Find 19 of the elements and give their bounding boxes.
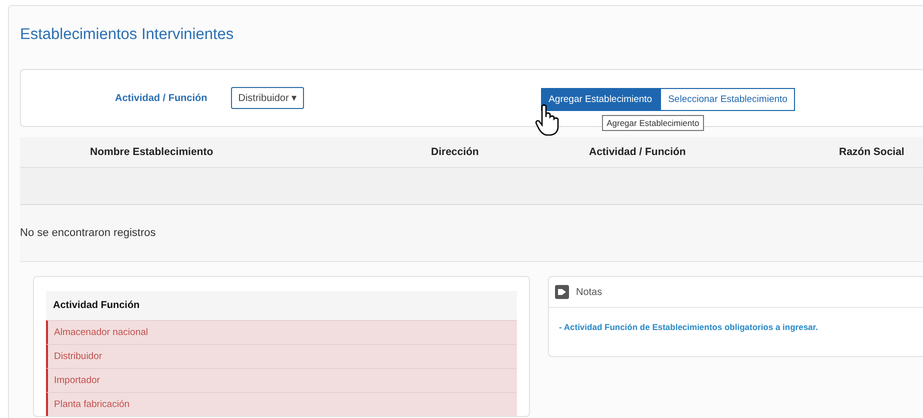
table-row: Planta fabricación [46, 392, 517, 416]
section-title: Establecimientos Intervinientes [20, 25, 235, 45]
action-button[interactable]: Seleccionar Establecimiento [660, 88, 796, 110]
notes-text: - Actividad Función de Establecimientos obligatorios a ingresar. [559, 322, 818, 332]
tooltip: Agregar Establecimiento [602, 114, 704, 130]
notes-title: Notas [576, 286, 602, 298]
activity-dropdown[interactable]: Distribuidor ▾ [231, 87, 304, 109]
table-row: Almacenador nacional [46, 320, 517, 344]
column-header: Actividad / Función [589, 146, 687, 158]
tag-icon [555, 285, 569, 299]
column-header: Nombre Establecimiento [90, 146, 214, 158]
filter-label: Actividad / Función [115, 92, 208, 104]
table-header: Actividad Función [46, 291, 517, 320]
empty-message: No se encontraron registros [20, 227, 156, 239]
table-row: Importador [46, 368, 517, 392]
column-header: Razón Social [839, 146, 904, 158]
column-header: Dirección [431, 146, 480, 158]
action-button[interactable]: Agregar Establecimiento [540, 88, 660, 110]
table-row: Distribuidor [46, 344, 517, 368]
